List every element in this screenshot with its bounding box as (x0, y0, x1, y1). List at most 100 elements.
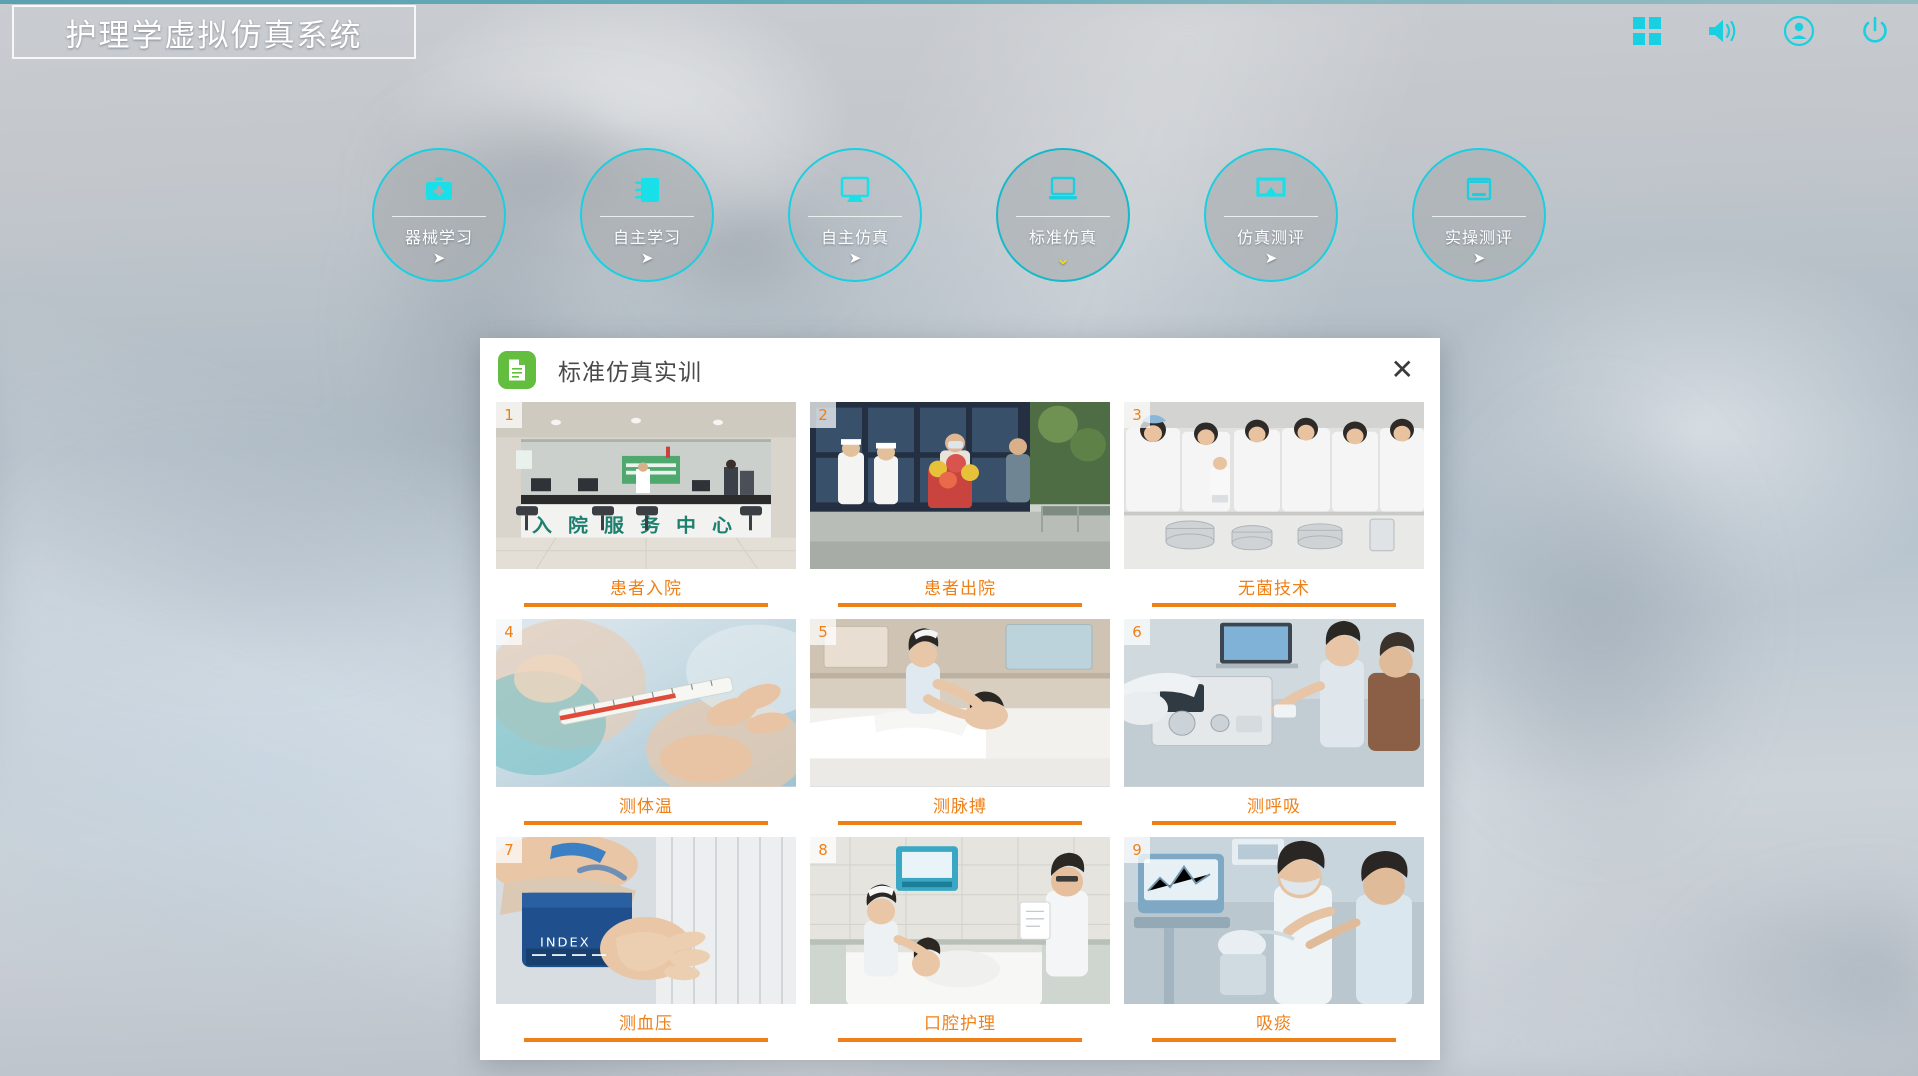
card-label: 无菌技术 (1238, 579, 1310, 600)
nav-separator (1432, 216, 1526, 217)
card-thumbnail: 2 (810, 402, 1110, 570)
card-thumbnail: 7 INDEX (496, 836, 796, 1004)
screencast-icon (1254, 174, 1288, 206)
card-label: 患者出院 (924, 579, 996, 600)
card-label: 吸痰 (1256, 1013, 1292, 1034)
laptop-icon (1462, 174, 1496, 206)
card-underline (838, 820, 1082, 825)
card-underline (524, 603, 768, 608)
scene-thermometer (496, 619, 796, 787)
card-thumbnail: 8 (810, 836, 1110, 1004)
nav-label: 实操测评 (1444, 228, 1513, 247)
scene-oralcare (810, 836, 1110, 1004)
card-thumbnail: 5 (810, 619, 1110, 787)
nav-item-simulation-assessment[interactable]: 仿真测评 ➤ (1204, 148, 1338, 282)
nav-item-practical-assessment[interactable]: 实操测评 ➤ (1412, 148, 1546, 282)
grid-icon[interactable] (1630, 14, 1664, 48)
card-underline (838, 603, 1082, 608)
scene-pulse (810, 619, 1110, 787)
main-nav: 器械学习 ➤ 自主学习 ➤ 自主仿真 ➤ 标准仿真 ⌄ 仿真测评 ➤ 实操测评 … (0, 148, 1918, 288)
nav-separator (600, 216, 694, 217)
card-thumbnail: 3 (1124, 402, 1424, 570)
card-patient-discharge[interactable]: 2 患者出院 (810, 402, 1110, 613)
app-root: 护理学虚拟仿真系统 器械学习 ➤ 自主学习 ➤ 自主仿真 ➤ 标准仿真 ⌄ 仿真… (0, 0, 1918, 1076)
laptop-screen-icon (1046, 174, 1080, 206)
card-number-badge: 6 (1124, 619, 1150, 646)
card-thumbnail: 6 (1124, 619, 1424, 787)
svg-text:入: 入 (532, 515, 553, 537)
nav-arrow-icon: ➤ (1264, 249, 1278, 267)
nav-label: 器械学习 (404, 228, 473, 247)
card-number-badge: 2 (810, 402, 836, 428)
card-underline (524, 1037, 768, 1042)
standard-simulation-dialog: 标准仿真实训 ✕ 1 入 院 服 务 中 心 患者入院 2 患者出院 3 无菌技… (480, 338, 1440, 1060)
card-respiration[interactable]: 6 测呼吸 (1124, 619, 1424, 830)
dialog-title: 标准仿真实训 (558, 360, 702, 386)
card-label: 患者入院 (610, 579, 682, 600)
scene-discharge (810, 402, 1110, 570)
card-aseptic-technique[interactable]: 3 无菌技术 (1124, 402, 1424, 613)
card-number-badge: 1 (496, 402, 522, 428)
card-number-badge: 8 (810, 836, 836, 863)
power-icon[interactable] (1858, 14, 1892, 48)
svg-text:院: 院 (568, 515, 589, 537)
nav-item-self-simulation[interactable]: 自主仿真 ➤ (788, 148, 922, 282)
card-oral-care[interactable]: 8 口腔护理 (810, 836, 1110, 1048)
card-label: 测体温 (619, 796, 673, 817)
nav-arrow-icon: ⌄ (1055, 249, 1071, 269)
card-label: 口腔护理 (924, 1013, 996, 1034)
card-label: 测血压 (619, 1013, 673, 1034)
card-underline (1152, 603, 1396, 608)
app-title: 护理学虚拟仿真系统 (65, 17, 363, 54)
nav-label: 自主仿真 (820, 228, 889, 247)
svg-text:务: 务 (640, 515, 661, 537)
card-temperature[interactable]: 4 测体温 (496, 619, 796, 830)
card-thumbnail: 4 (496, 619, 796, 787)
app-title-box: 护理学虚拟仿真系统 (12, 5, 416, 59)
card-label: 测呼吸 (1247, 796, 1301, 817)
card-blood-pressure[interactable]: 7 INDEX 测血压 (496, 836, 796, 1048)
card-number-badge: 9 (1124, 836, 1150, 863)
card-number-badge: 4 (496, 619, 522, 646)
card-thumbnail: 9 (1124, 836, 1424, 1004)
nav-item-equipment-study[interactable]: 器械学习 ➤ (372, 148, 506, 282)
volume-icon[interactable] (1706, 14, 1740, 48)
card-underline (1152, 1037, 1396, 1042)
nav-label: 标准仿真 (1028, 228, 1097, 247)
nav-label: 仿真测评 (1236, 228, 1305, 247)
nav-item-self-study[interactable]: 自主学习 ➤ (580, 148, 714, 282)
card-underline (524, 820, 768, 825)
svg-text:INDEX: INDEX (540, 935, 591, 949)
top-bar: 护理学虚拟仿真系统 (0, 0, 1918, 62)
simulation-card-grid: 1 入 院 服 务 中 心 患者入院 2 患者出院 3 无菌技术 4 测体温 5… (480, 402, 1440, 1060)
close-icon[interactable]: ✕ (1391, 356, 1414, 384)
nav-separator (392, 216, 486, 217)
card-number-badge: 7 (496, 836, 522, 863)
nav-separator (808, 216, 902, 217)
monitor-icon (838, 174, 872, 206)
card-patient-admission[interactable]: 1 入 院 服 务 中 心 患者入院 (496, 402, 796, 613)
scene-admission-desk: 入院服 务中心 (496, 402, 796, 570)
svg-text:心: 心 (712, 515, 733, 537)
dialog-header: 标准仿真实训 ✕ (480, 338, 1440, 402)
card-number-badge: 3 (1124, 402, 1150, 428)
nav-separator (1224, 216, 1318, 217)
nav-separator (1016, 216, 1110, 217)
svg-text:中: 中 (676, 515, 696, 537)
card-suction[interactable]: 9 吸痰 (1124, 836, 1424, 1048)
card-thumbnail: 1 入 院 服 务 中 心 (496, 402, 796, 570)
scene-bloodpressure: INDEX (496, 836, 796, 1004)
card-label: 测脉搏 (933, 796, 987, 817)
svg-text:服: 服 (604, 515, 625, 537)
nav-item-standard-simulation[interactable]: 标准仿真 ⌄ (996, 148, 1130, 282)
nav-arrow-icon: ➤ (1472, 249, 1486, 267)
top-icon-group (1630, 6, 1892, 56)
nav-arrow-icon: ➤ (640, 249, 654, 267)
nav-label: 自主学习 (612, 228, 681, 247)
notebook-icon (630, 174, 664, 206)
card-pulse[interactable]: 5 测脉搏 (810, 619, 1110, 830)
scene-suction (1124, 836, 1424, 1004)
card-underline (838, 1037, 1082, 1042)
topbar-accent-line (0, 0, 1918, 4)
user-icon[interactable] (1782, 14, 1816, 48)
